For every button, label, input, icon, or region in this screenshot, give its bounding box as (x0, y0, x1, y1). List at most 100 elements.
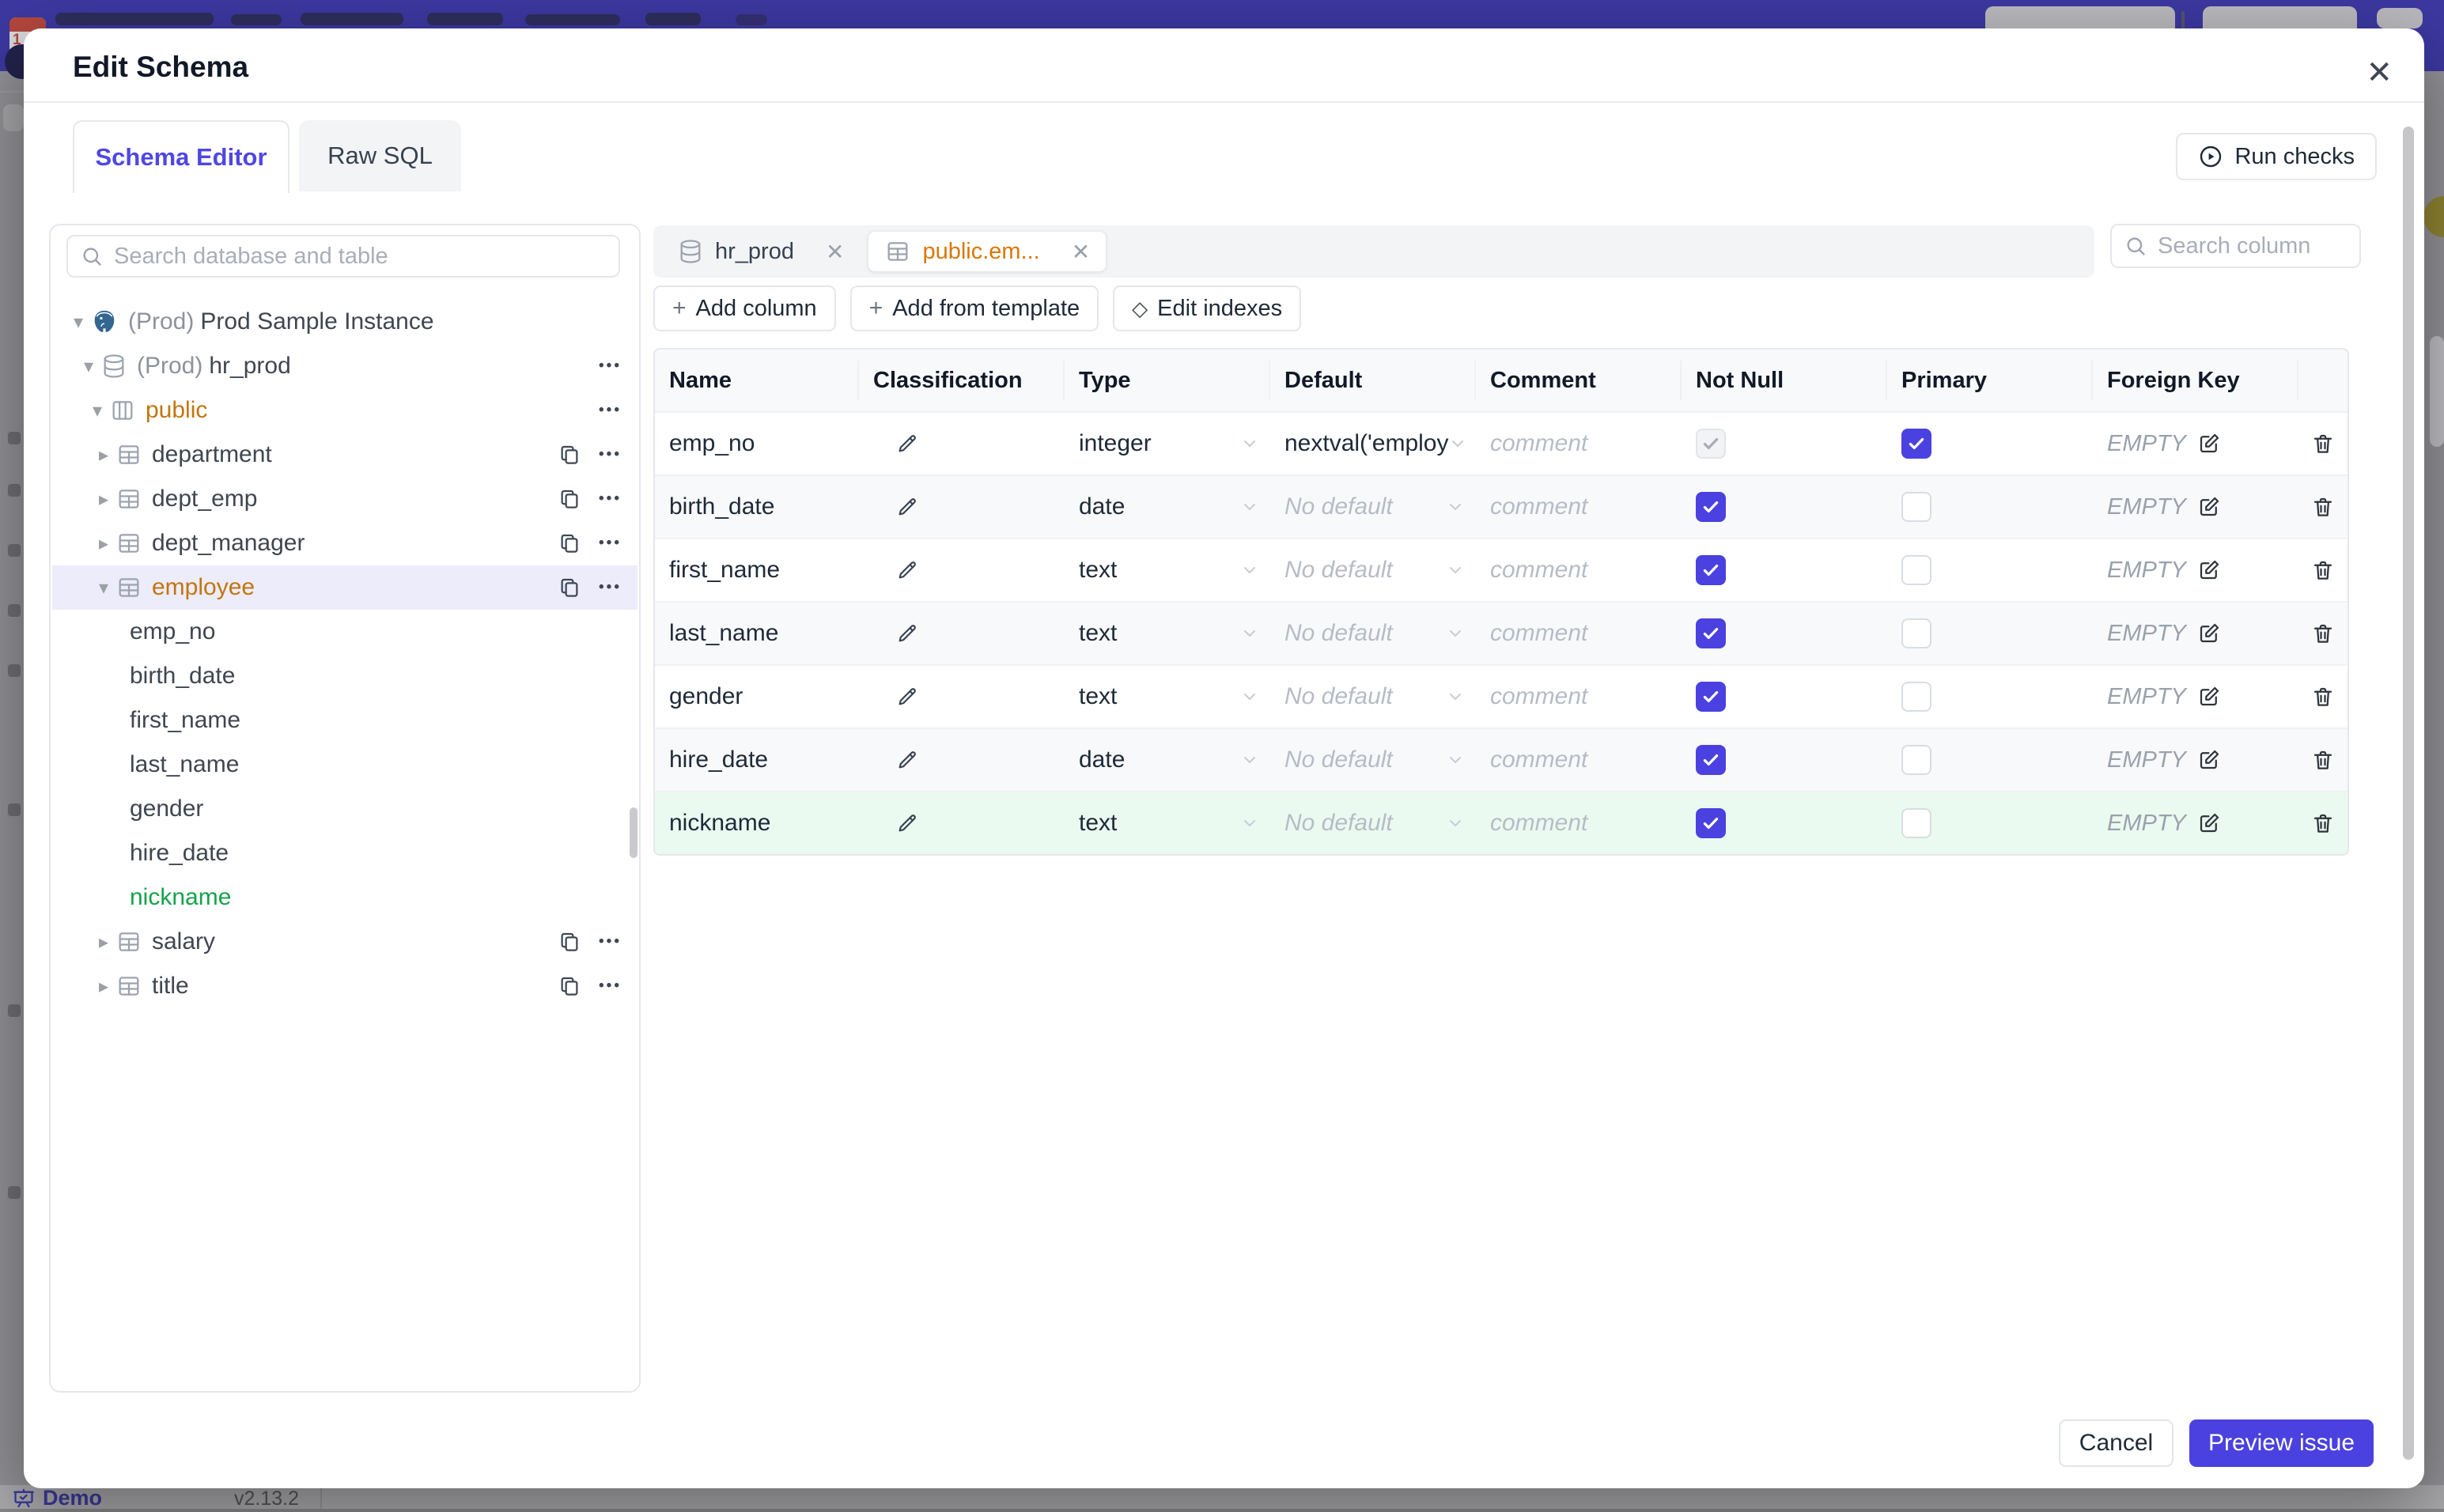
tab-raw-sql[interactable]: Raw SQL (299, 120, 461, 191)
column-name-field[interactable]: last_name (655, 620, 859, 647)
caret-icon[interactable]: ▸ (92, 975, 115, 998)
primary-checkbox[interactable] (1901, 682, 1931, 712)
comment-input[interactable]: comment (1476, 557, 1682, 584)
column-name-field[interactable]: birth_date (655, 493, 859, 520)
default-select[interactable]: No default (1270, 747, 1476, 773)
default-select[interactable]: No default (1270, 557, 1476, 584)
not-null-checkbox[interactable] (1696, 618, 1726, 648)
primary-checkbox[interactable] (1901, 808, 1931, 838)
ellipsis-icon[interactable]: ••• (599, 402, 622, 419)
ellipsis-icon[interactable]: ••• (599, 933, 622, 951)
type-select[interactable]: date (1065, 747, 1270, 773)
trash-icon[interactable] (2311, 811, 2335, 835)
tree-item[interactable]: ▾ public ••• (52, 388, 637, 433)
tab-chip-hr_prod[interactable]: hr_prod ✕ (661, 232, 860, 271)
pencil-icon[interactable] (895, 748, 1065, 772)
caret-icon[interactable]: ▸ (92, 931, 115, 954)
pencil-icon[interactable] (895, 685, 1065, 709)
tree-item[interactable]: nickname (52, 875, 637, 920)
copy-icon[interactable] (558, 487, 581, 511)
tree-item[interactable]: gender (52, 787, 637, 831)
trash-icon[interactable] (2311, 685, 2335, 709)
trash-icon[interactable] (2311, 495, 2335, 519)
pencil-icon[interactable] (895, 495, 1065, 519)
not-null-checkbox[interactable] (1696, 429, 1726, 459)
pencil-icon[interactable] (895, 811, 1065, 835)
copy-icon[interactable] (558, 443, 581, 467)
pencil-icon[interactable] (895, 558, 1065, 582)
caret-icon[interactable]: ▸ (92, 488, 115, 511)
comment-input[interactable]: comment (1476, 747, 1682, 773)
preview-issue-button[interactable]: Preview issue (2189, 1419, 2374, 1467)
not-null-checkbox[interactable] (1696, 492, 1726, 522)
edit-square-icon[interactable] (2197, 685, 2221, 709)
default-select[interactable]: No default (1270, 493, 1476, 520)
cancel-button[interactable]: Cancel (2059, 1419, 2173, 1467)
copy-icon[interactable] (558, 974, 581, 998)
tree-item[interactable]: ▸ title ••• (52, 964, 637, 1008)
tree-item[interactable]: ▸ department ••• (52, 433, 637, 477)
modal-scrollbar[interactable] (2403, 127, 2414, 1460)
primary-checkbox[interactable] (1901, 745, 1931, 775)
type-select[interactable]: date (1065, 493, 1270, 520)
tree-item[interactable]: first_name (52, 698, 637, 743)
comment-input[interactable]: comment (1476, 620, 1682, 647)
tree-item[interactable]: emp_no (52, 610, 637, 654)
edit-square-icon[interactable] (2197, 811, 2221, 835)
database-search[interactable] (66, 235, 620, 278)
ellipsis-icon[interactable]: ••• (599, 579, 622, 596)
caret-icon[interactable]: ▸ (92, 444, 115, 467)
type-select[interactable]: text (1065, 620, 1270, 647)
add-column-button[interactable]: + Add column (653, 285, 836, 331)
close-icon[interactable]: ✕ (2366, 57, 2393, 89)
caret-icon[interactable]: ▾ (77, 355, 100, 378)
close-icon[interactable]: ✕ (826, 239, 844, 265)
tree-item[interactable]: ▾ (Prod) hr_prod ••• (52, 344, 637, 388)
default-select[interactable]: No default (1270, 810, 1476, 837)
tree-item[interactable]: last_name (52, 743, 637, 787)
edit-square-icon[interactable] (2197, 432, 2221, 455)
tab-chip-publicem[interactable]: public.em... ✕ (868, 231, 1107, 272)
primary-checkbox[interactable] (1901, 492, 1931, 522)
comment-input[interactable]: comment (1476, 493, 1682, 520)
tree-item[interactable]: ▾ employee ••• (52, 565, 637, 610)
not-null-checkbox[interactable] (1696, 555, 1726, 585)
default-select[interactable]: No default (1270, 620, 1476, 647)
add-from-template-button[interactable]: + Add from template (849, 285, 1099, 331)
comment-input[interactable]: comment (1476, 810, 1682, 837)
copy-icon[interactable] (558, 531, 581, 555)
edit-indexes-button[interactable]: ◇ Edit indexes (1113, 285, 1302, 331)
column-search-input[interactable] (2156, 232, 2347, 260)
sidebar-scrollbar[interactable] (630, 807, 637, 858)
tree-item[interactable]: ▾ (Prod) Prod Sample Instance (52, 300, 637, 344)
type-select[interactable]: integer (1065, 430, 1270, 457)
type-select[interactable]: text (1065, 810, 1270, 837)
comment-input[interactable]: comment (1476, 683, 1682, 710)
edit-square-icon[interactable] (2197, 495, 2221, 519)
not-null-checkbox[interactable] (1696, 808, 1726, 838)
default-select[interactable]: nextval('employ (1270, 430, 1476, 457)
caret-icon[interactable]: ▾ (85, 399, 109, 422)
not-null-checkbox[interactable] (1696, 682, 1726, 712)
column-search[interactable] (2110, 224, 2361, 268)
column-name-field[interactable]: nickname (655, 810, 859, 837)
database-search-input[interactable] (112, 242, 606, 270)
caret-icon[interactable]: ▾ (66, 311, 90, 334)
tree-item[interactable]: hire_date (52, 831, 637, 875)
type-select[interactable]: text (1065, 683, 1270, 710)
trash-icon[interactable] (2311, 558, 2335, 582)
ellipsis-icon[interactable]: ••• (599, 357, 622, 375)
tree-item[interactable]: birth_date (52, 654, 637, 698)
tree-item[interactable]: ▸ salary ••• (52, 920, 637, 964)
ellipsis-icon[interactable]: ••• (599, 446, 622, 463)
column-name-field[interactable]: first_name (655, 557, 859, 584)
caret-icon[interactable]: ▾ (92, 576, 115, 599)
close-icon[interactable]: ✕ (1072, 239, 1090, 265)
column-name-field[interactable]: hire_date (655, 747, 859, 773)
primary-checkbox[interactable] (1901, 429, 1931, 459)
copy-icon[interactable] (558, 576, 581, 599)
caret-icon[interactable]: ▸ (92, 532, 115, 555)
default-select[interactable]: No default (1270, 683, 1476, 710)
ellipsis-icon[interactable]: ••• (599, 535, 622, 552)
tab-schema-editor[interactable]: Schema Editor (73, 120, 289, 193)
